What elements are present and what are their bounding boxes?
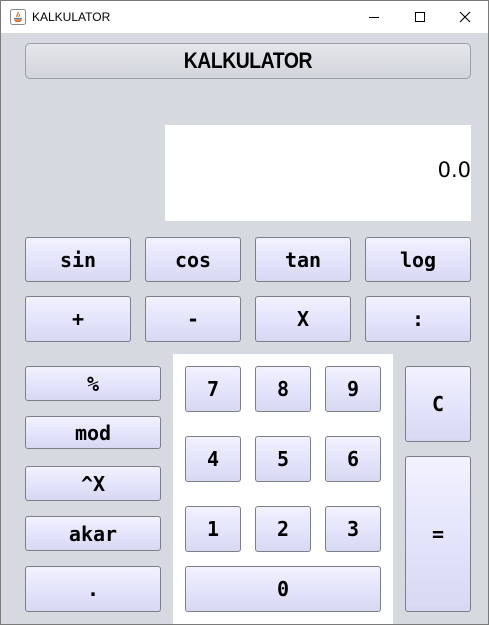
clear-button[interactable]: C	[405, 366, 471, 442]
percent-button[interactable]: %	[25, 366, 161, 401]
display-value: 0.0	[437, 158, 471, 182]
close-button[interactable]	[442, 1, 488, 33]
maximize-button[interactable]	[397, 1, 443, 33]
digit-4-button[interactable]: 4	[185, 436, 241, 482]
digit-3-button[interactable]: 3	[325, 506, 381, 552]
divide-button[interactable]: :	[365, 296, 471, 342]
digit-6-button[interactable]: 6	[325, 436, 381, 482]
digit-8-button[interactable]: 8	[255, 366, 311, 412]
header-panel: KALKULATOR	[25, 43, 471, 79]
title-bar: KALKULATOR	[1, 1, 488, 33]
log-button[interactable]: log	[365, 237, 471, 282]
calculator-window: KALKULATOR KALKULATOR 0.0 sin cos tan lo…	[0, 0, 489, 625]
minimize-icon	[369, 17, 379, 18]
result-display: 0.0	[165, 125, 471, 221]
digit-9-button[interactable]: 9	[325, 366, 381, 412]
maximize-icon	[415, 12, 425, 22]
multiply-button[interactable]: X	[255, 296, 351, 342]
header-title: KALKULATOR	[183, 48, 313, 73]
calculator-body: KALKULATOR 0.0 sin cos tan log + - X : %…	[1, 33, 488, 624]
sin-button[interactable]: sin	[25, 237, 131, 282]
decimal-point-button[interactable]: .	[25, 566, 161, 612]
cos-button[interactable]: cos	[145, 237, 241, 282]
java-app-icon	[10, 9, 26, 25]
minimize-button[interactable]	[351, 1, 397, 33]
close-icon	[459, 11, 471, 23]
minus-button[interactable]: -	[145, 296, 241, 342]
digit-1-button[interactable]: 1	[185, 506, 241, 552]
power-button[interactable]: ^X	[25, 466, 161, 501]
root-button[interactable]: akar	[25, 516, 161, 551]
window-title: KALKULATOR	[32, 10, 111, 24]
digit-7-button[interactable]: 7	[185, 366, 241, 412]
tan-button[interactable]: tan	[255, 237, 351, 282]
digit-2-button[interactable]: 2	[255, 506, 311, 552]
digit-0-button[interactable]: 0	[185, 566, 381, 612]
equals-button[interactable]: =	[405, 456, 471, 612]
plus-button[interactable]: +	[25, 296, 131, 342]
mod-button[interactable]: mod	[25, 416, 161, 449]
digit-5-button[interactable]: 5	[255, 436, 311, 482]
